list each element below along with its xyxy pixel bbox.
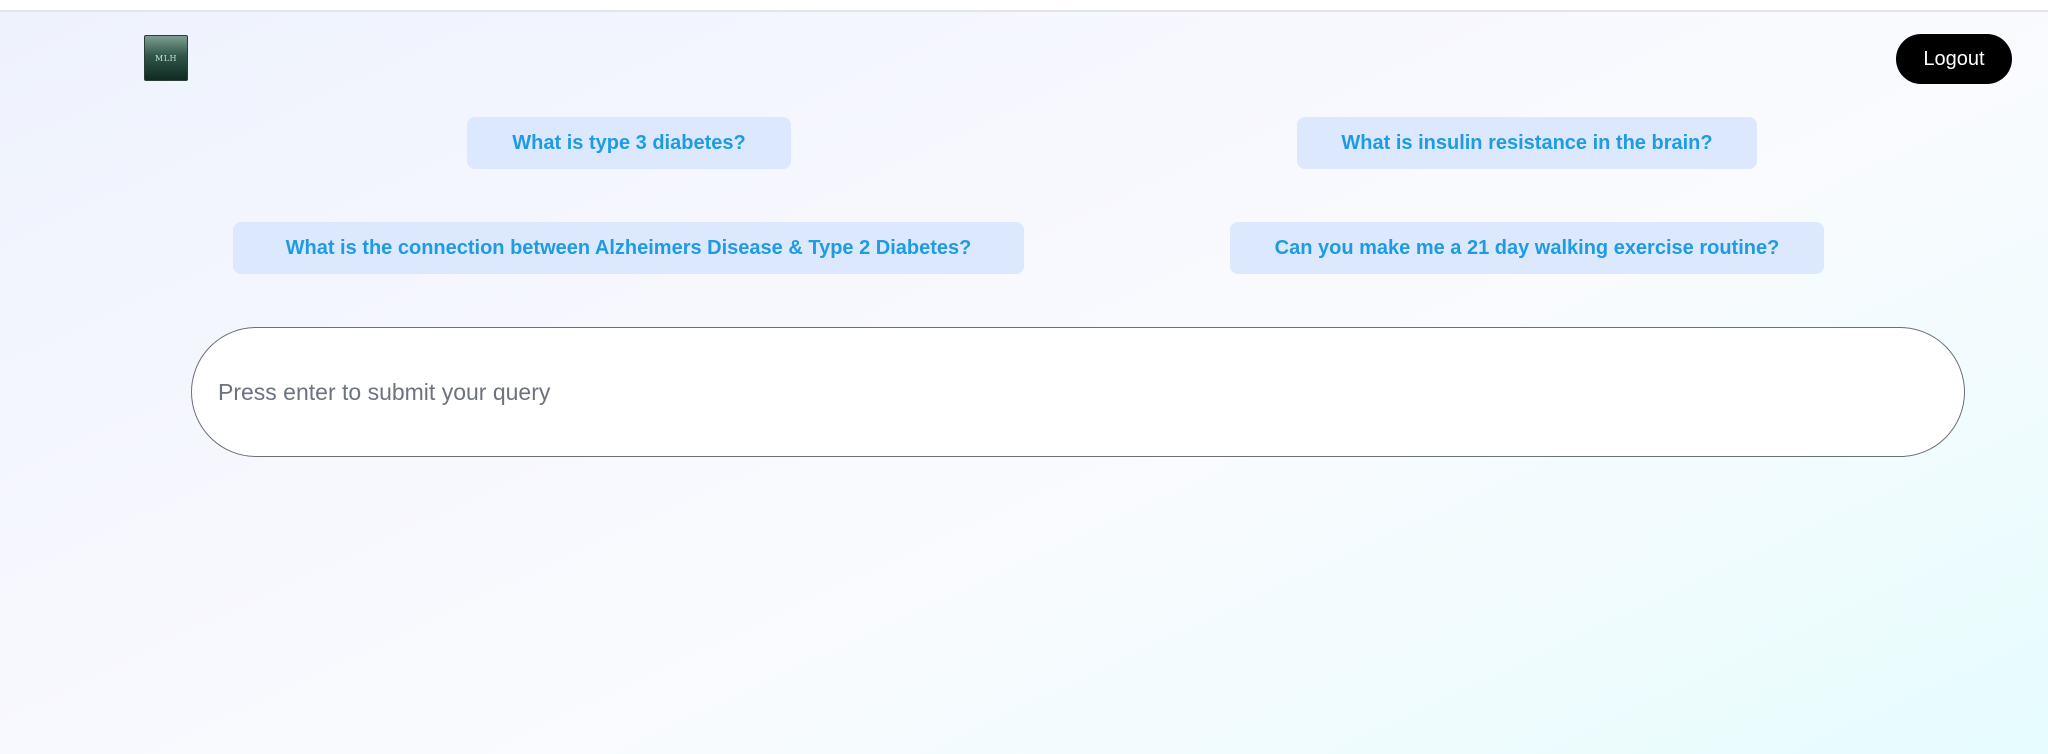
suggestion-chip-type-3-diabetes[interactable]: What is type 3 diabetes? — [467, 117, 791, 169]
top-divider — [0, 0, 2048, 12]
logo-text: MLH — [155, 53, 177, 63]
query-input[interactable] — [216, 377, 1920, 407]
logo[interactable]: MLH — [144, 35, 188, 81]
suggestion-chip-walking-routine[interactable]: Can you make me a 21 day walking exercis… — [1230, 222, 1824, 274]
logout-button[interactable]: Logout — [1896, 34, 2012, 84]
query-box[interactable] — [191, 327, 1965, 457]
suggestion-chip-alzheimers-diabetes-connection[interactable]: What is the connection between Alzheimer… — [233, 222, 1024, 274]
suggestion-chip-insulin-resistance-brain[interactable]: What is insulin resistance in the brain? — [1297, 117, 1757, 169]
